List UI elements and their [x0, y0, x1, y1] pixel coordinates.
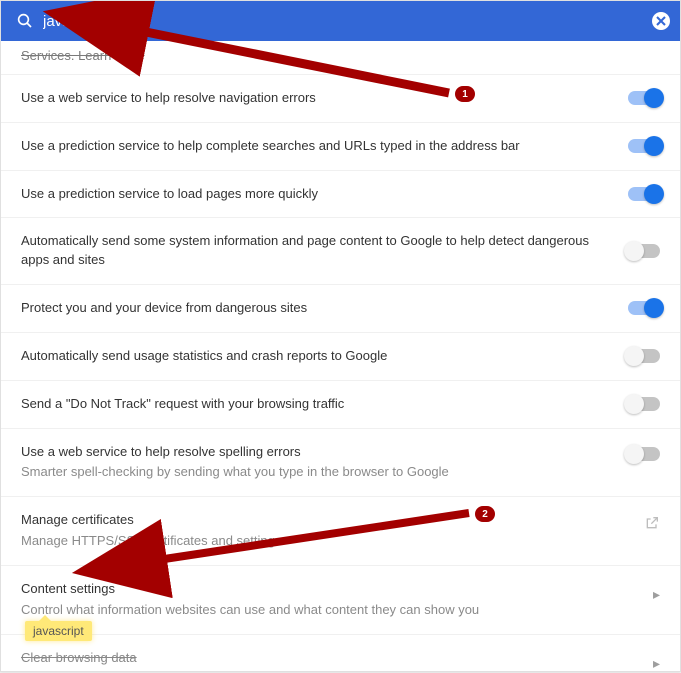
list-item[interactable]: Use a web service to help resolve naviga…	[1, 75, 680, 123]
setting-sublabel: Control what information websites can us…	[21, 601, 639, 620]
search-header	[1, 1, 680, 41]
list-item[interactable]: Manage certificates Manage HTTPS/SSL cer…	[1, 497, 680, 566]
setting-label: Automatically send some system informati…	[21, 232, 614, 270]
list-item[interactable]: Clear browsing data Clear history, cooki…	[1, 635, 680, 671]
toggle-switch[interactable]	[628, 139, 660, 153]
toggle-switch[interactable]	[628, 447, 660, 461]
truncated-item-label: Services. Learn more	[21, 47, 646, 66]
search-icon	[11, 12, 39, 30]
setting-label: Automatically send usage statistics and …	[21, 347, 614, 366]
list-item[interactable]: Use a prediction service to help complet…	[1, 123, 680, 171]
setting-label: Content settings	[21, 580, 639, 599]
toggle-switch[interactable]	[628, 187, 660, 201]
search-highlight-tooltip: javascript	[25, 621, 92, 641]
chevron-right-icon: ▸	[653, 655, 660, 671]
search-input[interactable]	[39, 13, 652, 30]
toggle-switch[interactable]	[628, 301, 660, 315]
list-item: Services. Learn more	[1, 41, 680, 75]
list-item[interactable]: Automatically send some system informati…	[1, 218, 680, 285]
toggle-switch[interactable]	[628, 244, 660, 258]
setting-label: Send a "Do Not Track" request with your …	[21, 395, 614, 414]
setting-sublabel: Manage HTTPS/SSL certificates and settin…	[21, 532, 630, 551]
settings-window: Services. Learn more Use a web service t…	[0, 0, 681, 672]
list-item[interactable]: Use a prediction service to load pages m…	[1, 171, 680, 219]
chevron-right-icon: ▸	[653, 586, 660, 603]
setting-label: Clear browsing data	[21, 649, 639, 668]
setting-label: Manage certificates	[21, 511, 630, 530]
setting-label: Use a web service to help resolve naviga…	[21, 89, 614, 108]
content-settings-item[interactable]: Content settings Control what informatio…	[1, 566, 680, 635]
list-item[interactable]: Protect you and your device from dangero…	[1, 285, 680, 333]
setting-sublabel: Smarter spell-checking by sending what y…	[21, 463, 614, 482]
setting-label: Use a prediction service to help complet…	[21, 137, 614, 156]
list-item[interactable]: Send a "Do Not Track" request with your …	[1, 381, 680, 429]
list-item[interactable]: Automatically send usage statistics and …	[1, 333, 680, 381]
toggle-switch[interactable]	[628, 397, 660, 411]
setting-label: Use a web service to help resolve spelli…	[21, 443, 614, 462]
toggle-switch[interactable]	[628, 91, 660, 105]
setting-label: Protect you and your device from dangero…	[21, 299, 614, 318]
clear-search-button[interactable]	[652, 12, 670, 30]
external-link-icon	[644, 515, 660, 536]
toggle-switch[interactable]	[628, 349, 660, 363]
settings-scroll[interactable]: Services. Learn more Use a web service t…	[1, 41, 680, 671]
list-item[interactable]: Use a web service to help resolve spelli…	[1, 429, 680, 498]
setting-sublabel: Clear history, cookies, cache, and more	[21, 670, 639, 672]
setting-label: Use a prediction service to load pages m…	[21, 185, 614, 204]
